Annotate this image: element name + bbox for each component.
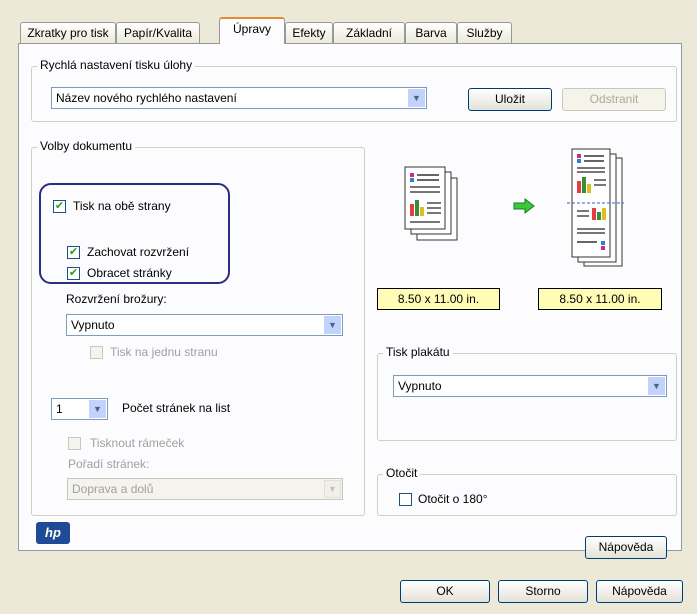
print-border-label: Tisknout rámeček	[90, 436, 185, 450]
panel-help-button[interactable]: Nápověda	[585, 536, 667, 559]
single-page-preview-icon	[404, 166, 458, 241]
one-side-checkbox	[90, 346, 103, 359]
booklet-layout-label: Rozvržení brožury:	[66, 292, 167, 306]
tab-print-shortcuts[interactable]: Zkratky pro tisk	[20, 22, 116, 43]
target-size-label: 8.50 x 11.00 in.	[538, 288, 662, 310]
page-order-select: Doprava a dolů ▼	[67, 478, 343, 500]
poster-printing-legend: Tisk plakátu	[383, 345, 453, 359]
hp-logo-text: hp	[45, 525, 61, 540]
chevron-down-icon[interactable]: ▼	[89, 400, 106, 418]
poster-printing-select[interactable]: Vypnuto ▼	[393, 375, 667, 397]
rotate-180-label: Otočit o 180°	[418, 492, 488, 506]
tab-paper-quality[interactable]: Papír/Kvalita	[116, 22, 200, 43]
help-button[interactable]: Nápověda	[596, 580, 683, 603]
pages-per-sheet-select[interactable]: 1 ▼	[51, 398, 108, 420]
chevron-down-icon[interactable]: ▼	[648, 377, 665, 395]
pages-per-sheet-label: Počet stránek na list	[122, 401, 231, 415]
tab-basics[interactable]: Základní	[333, 22, 405, 43]
quick-settings-value: Název nového rychlého nastavení	[56, 91, 237, 105]
chevron-down-icon[interactable]: ▼	[324, 316, 341, 334]
page-order-label: Pořadí stránek:	[68, 457, 150, 471]
chevron-down-icon: ▼	[324, 480, 341, 498]
tab-finishing[interactable]: Úpravy	[219, 17, 285, 44]
rotate-legend: Otočit	[383, 466, 421, 480]
delete-button: Odstranit	[562, 88, 666, 111]
keep-layout-checkbox[interactable]: ✔	[67, 246, 80, 259]
quick-settings-select[interactable]: Název nového rychlého nastavení ▼	[51, 87, 427, 109]
quick-settings-legend: Rychlá nastavení tisku úlohy	[37, 58, 196, 72]
booklet-layout-value: Vypnuto	[71, 318, 115, 332]
flipped-pages-preview-icon	[567, 148, 624, 267]
document-options-legend: Volby dokumentu	[37, 139, 136, 153]
tab-color[interactable]: Barva	[405, 22, 457, 43]
duplex-checkbox[interactable]: ✔	[53, 200, 66, 213]
tab-effects[interactable]: Efekty	[285, 22, 333, 43]
save-button[interactable]: Uložit	[468, 88, 552, 111]
tab-services[interactable]: Služby	[457, 22, 512, 43]
rotate-180-checkbox[interactable]	[399, 493, 412, 506]
poster-printing-value: Vypnuto	[398, 379, 442, 393]
ok-button[interactable]: OK	[400, 580, 490, 603]
page-order-value: Doprava a dolů	[72, 482, 154, 496]
flip-pages-checkbox[interactable]: ✔	[67, 267, 80, 280]
arrow-right-icon	[513, 198, 535, 214]
source-size-label: 8.50 x 11.00 in.	[377, 288, 500, 310]
flip-pages-label: Obracet stránky	[87, 266, 172, 280]
cancel-button[interactable]: Storno	[498, 580, 588, 603]
poster-printing-group	[377, 353, 677, 441]
booklet-layout-select[interactable]: Vypnuto ▼	[66, 314, 343, 336]
one-side-label: Tisk na jednu stranu	[110, 345, 218, 359]
duplex-label: Tisk na obě strany	[73, 199, 171, 213]
hp-logo: hp	[36, 522, 70, 544]
keep-layout-label: Zachovat rozvržení	[87, 245, 190, 259]
chevron-down-icon[interactable]: ▼	[408, 89, 425, 107]
pages-per-sheet-value: 1	[56, 402, 63, 416]
print-border-checkbox	[68, 437, 81, 450]
